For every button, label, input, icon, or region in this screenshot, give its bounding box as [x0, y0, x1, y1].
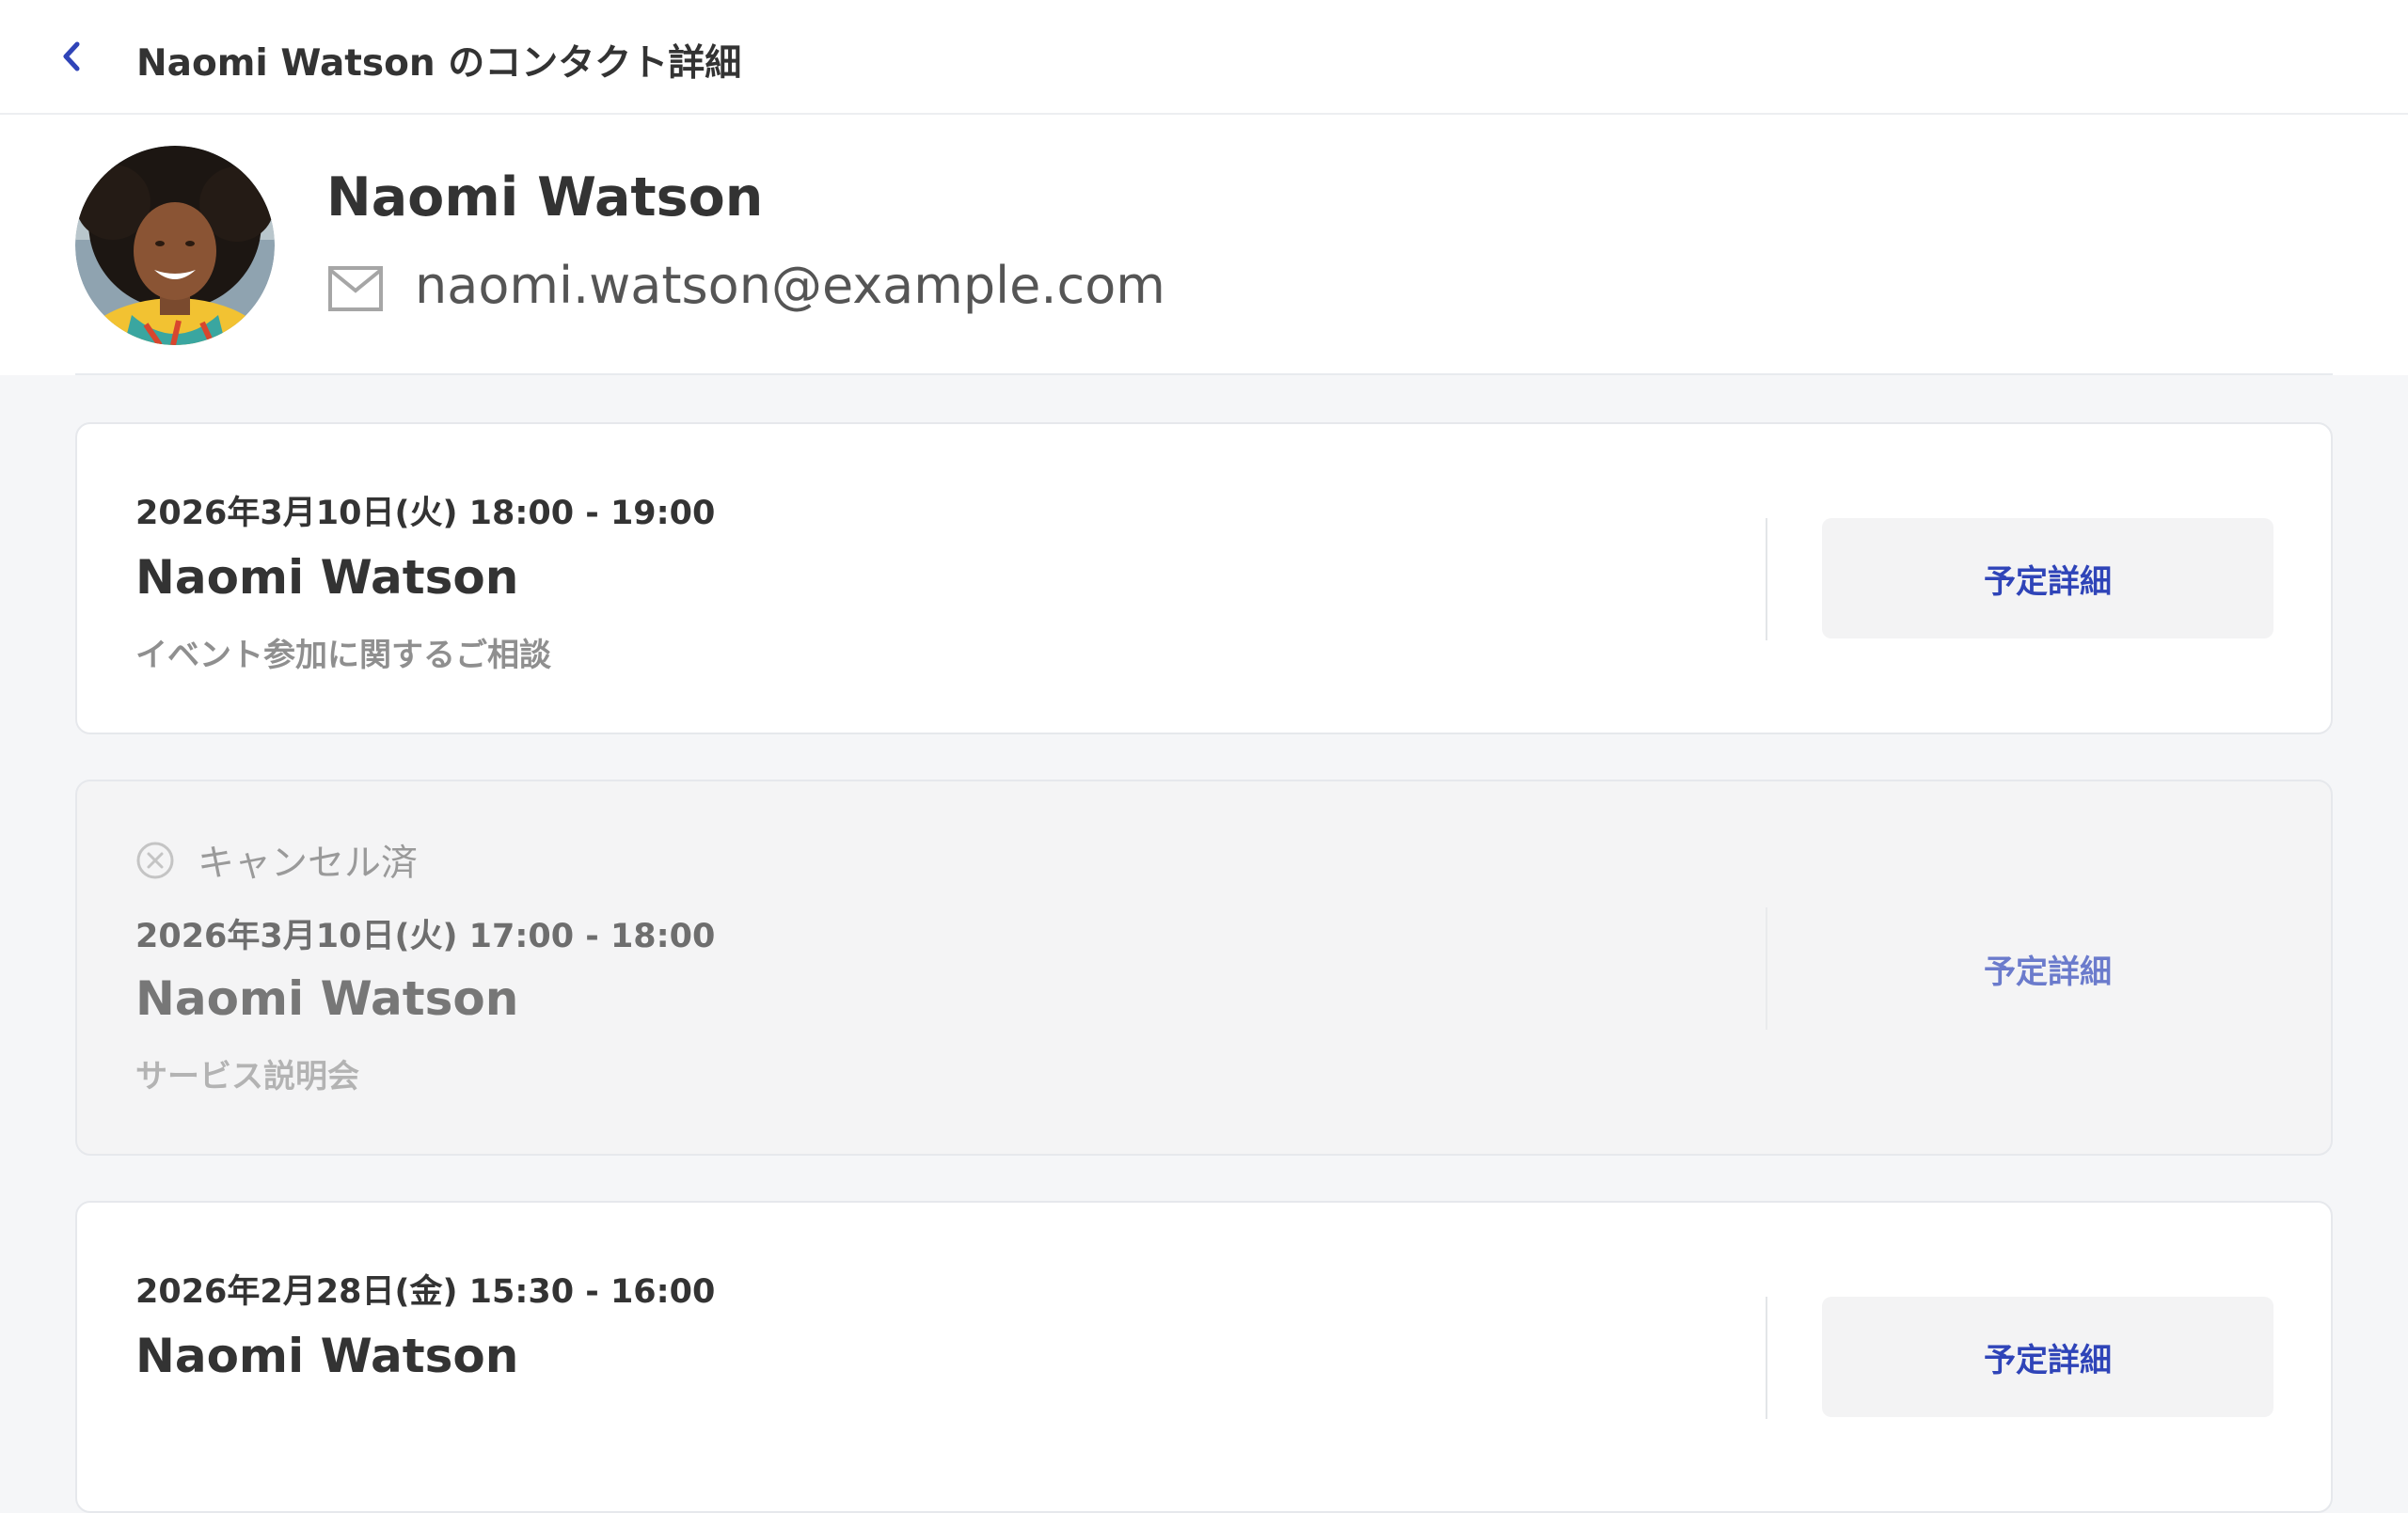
status-badge: キャンセル済	[135, 838, 418, 885]
appointment-contact-name: Naomi Watson	[135, 971, 519, 1026]
contact-name: Naomi Watson	[326, 166, 764, 229]
appointment-event-name: イベント参加に関するご相談	[135, 637, 551, 674]
contact-profile	[0, 115, 2408, 375]
appointment-contact-name: Naomi Watson	[135, 1329, 519, 1383]
card-divider	[1766, 1297, 1767, 1419]
profile-divider	[75, 373, 2333, 375]
appointment-card: 2026年2月28日(金) 15:30 - 16:00 Naomi Watson…	[75, 1201, 2333, 1513]
appointment-datetime: 2026年3月10日(火) 17:00 - 18:00	[135, 918, 716, 955]
appointment-card: 2026年3月10日(火) 18:00 - 19:00 Naomi Watson…	[75, 422, 2333, 734]
appointment-event-name: サービス説明会	[135, 1058, 359, 1095]
back-button[interactable]	[53, 36, 90, 77]
appointment-detail-button[interactable]: 予定詳細	[1822, 1297, 2273, 1417]
mail-icon	[328, 266, 383, 311]
card-divider	[1766, 518, 1767, 640]
appointment-contact-name: Naomi Watson	[135, 550, 519, 605]
top-bar: Naomi Watson のコンタクト詳細	[0, 0, 2408, 115]
appointment-datetime: 2026年3月10日(火) 18:00 - 19:00	[135, 495, 716, 532]
card-divider	[1766, 907, 1767, 1030]
chevron-left-icon	[63, 41, 80, 71]
status-text: キャンセル済	[198, 843, 419, 885]
appointment-datetime: 2026年2月28日(金) 15:30 - 16:00	[135, 1273, 716, 1311]
appointment-detail-button[interactable]: 予定詳細	[1822, 518, 2273, 638]
contact-email[interactable]: naomi.watson@example.com	[415, 256, 1165, 315]
page-title: Naomi Watson のコンタクト詳細	[136, 42, 742, 85]
appointment-detail-button[interactable]: 予定詳細	[1822, 908, 2273, 1029]
appointment-card-cancelled: キャンセル済 2026年3月10日(火) 17:00 - 18:00 Naomi…	[75, 780, 2333, 1156]
close-circle-icon	[136, 842, 174, 879]
avatar	[75, 146, 275, 345]
